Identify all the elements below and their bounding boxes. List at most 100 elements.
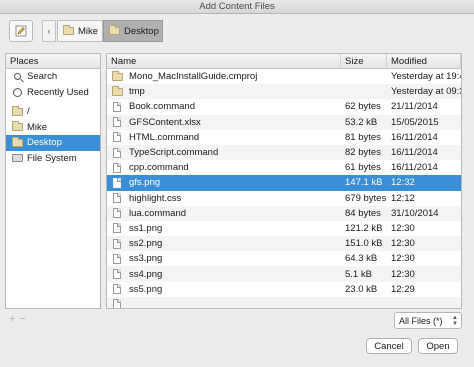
file-icon — [113, 299, 121, 308]
file-name: Book.command — [129, 101, 196, 113]
file-modified: 12:30 — [391, 253, 415, 265]
file-name-cell: tmp — [107, 86, 341, 97]
file-list-header: Name Size Modified — [107, 54, 461, 69]
file-size: 5.1 kB — [345, 268, 372, 280]
column-header-modified[interactable]: Modified — [387, 54, 461, 68]
folder-icon — [11, 105, 23, 116]
file-name-cell: lua.command — [107, 208, 341, 219]
open-button[interactable]: Open — [418, 338, 458, 354]
file-icon — [113, 238, 121, 249]
file-row[interactable]: ss1.png 121.2 kB 12:30 — [107, 221, 461, 236]
file-rows: Mono_MacInstallGuide.cmproj Yesterday at … — [107, 69, 461, 308]
file-size: 679 bytes — [345, 192, 387, 204]
breadcrumb-back-button[interactable]: ‹ — [42, 20, 56, 42]
file-icon — [113, 177, 121, 188]
place-desktop[interactable]: Desktop — [6, 135, 100, 151]
places-footer: + − — [5, 312, 45, 326]
updown-arrows-icon: ▲ ▼ — [452, 315, 458, 327]
column-header-size[interactable]: Size — [341, 54, 387, 68]
file-row[interactable]: Mono_MacInstallGuide.cmproj Yesterday at … — [107, 69, 461, 84]
file-modified: 12:29 — [391, 283, 415, 295]
places-header: Places — [6, 54, 100, 69]
file-name: ss3.png — [129, 253, 163, 265]
column-header-name[interactable]: Name — [107, 54, 341, 68]
file-name: ss2.png — [129, 238, 163, 250]
file-name: TypeScript.command — [129, 147, 219, 159]
file-row[interactable]: TypeScript.command 82 bytes 16/11/2014 — [107, 144, 461, 161]
file-row[interactable]: ss3.png 64.3 kB 12:30 — [107, 251, 461, 266]
place-file-system[interactable]: File System — [6, 151, 100, 167]
folder-icon — [111, 71, 123, 81]
remove-place-button[interactable]: − — [19, 313, 25, 325]
file-size: 151.0 kB — [345, 238, 383, 250]
filter-selected: All Files (*) — [399, 315, 443, 326]
breadcrumb-desktop[interactable]: Desktop — [103, 20, 163, 42]
file-modified: 12:12 — [391, 192, 415, 204]
cancel-button[interactable]: Cancel — [366, 338, 412, 354]
file-row[interactable]: HTML.command 81 bytes 16/11/2014 — [107, 130, 461, 145]
file-modified: Yesterday at 19:46 — [391, 71, 461, 83]
file-modified: 21/11/2014 — [391, 101, 438, 113]
edit-path-button[interactable] — [9, 20, 33, 42]
file-row[interactable]: ss2.png 151.0 kB 12:30 — [107, 236, 461, 252]
file-row[interactable]: cpp.command 61 bytes 16/11/2014 — [107, 160, 461, 175]
folder-icon — [63, 25, 74, 35]
file-row[interactable]: ss5.png 23.0 kB 12:29 — [107, 282, 461, 297]
file-icon — [113, 253, 121, 264]
file-modified: 15/05/2015 — [391, 116, 439, 128]
file-size: 53.2 kB — [345, 116, 378, 128]
file-row[interactable]: gfs.png 147.1 kB 12:32 — [107, 175, 461, 191]
window-title: Add Content Files — [0, 0, 474, 14]
folder-icon — [11, 121, 23, 132]
file-name: highlight.css — [129, 192, 182, 204]
file-name: tmp — [129, 86, 145, 98]
file-list: Name Size Modified Mono_MacInstallGuide.… — [106, 53, 462, 309]
pencil-icon — [15, 25, 27, 37]
file-name: gfs.png — [129, 177, 161, 189]
file-row[interactable]: ss4.png 5.1 kB 12:30 — [107, 266, 461, 282]
place-label: Recently Used — [27, 86, 89, 98]
file-name: lua.command — [129, 207, 187, 219]
file-size: 64.3 kB — [345, 253, 378, 265]
toolbar: ‹ Mike Desktop — [0, 14, 474, 48]
file-name-cell: Mono_MacInstallGuide.cmproj — [107, 71, 341, 82]
file-row[interactable]: Book.command 62 bytes 21/11/2014 — [107, 99, 461, 114]
file-size: 62 bytes — [345, 101, 381, 113]
file-name-cell: ss3.png — [107, 253, 341, 264]
places-panel: Places Search Recently Used / Mike Deskt… — [5, 53, 101, 309]
file-modified: 12:30 — [391, 268, 415, 280]
file-size: 84 bytes — [345, 207, 381, 219]
file-icon — [113, 269, 121, 280]
file-row[interactable]: highlight.css 679 bytes 12:12 — [107, 191, 461, 206]
file-icon — [113, 162, 121, 173]
file-icon — [113, 147, 121, 158]
file-name: cpp.command — [129, 162, 189, 174]
breadcrumb-label: Desktop — [124, 25, 159, 37]
place-root[interactable]: / — [6, 104, 100, 120]
file-icon — [113, 208, 121, 219]
folder-icon — [11, 136, 23, 147]
add-place-button[interactable]: + — [9, 313, 15, 325]
breadcrumb-mike[interactable]: Mike — [57, 20, 103, 42]
place-search[interactable]: Search — [6, 69, 100, 85]
place-mike[interactable]: Mike — [6, 120, 100, 136]
place-label: Desktop — [27, 137, 62, 149]
place-label: Search — [27, 71, 58, 83]
file-name: ss5.png — [129, 283, 163, 295]
file-icon — [113, 223, 121, 234]
file-row[interactable]: lua.command 84 bytes 31/10/2014 — [107, 205, 461, 221]
file-name: ss4.png — [129, 268, 163, 280]
file-name-cell: ss2.png — [107, 238, 341, 249]
file-name-cell: ss5.png — [107, 284, 341, 295]
place-recently-used[interactable]: Recently Used — [6, 85, 100, 101]
file-name-cell — [107, 299, 341, 308]
file-row[interactable] — [107, 296, 461, 308]
file-size: 81 bytes — [345, 131, 381, 143]
folder-icon — [111, 86, 123, 96]
place-label: Mike — [27, 121, 48, 133]
file-row[interactable]: GFSContent.xlsx 53.2 kB 15/05/2015 — [107, 114, 461, 130]
drive-icon — [11, 154, 23, 163]
file-type-filter[interactable]: All Files (*) ▲ ▼ — [394, 312, 462, 329]
file-modified: 31/10/2014 — [391, 207, 439, 219]
file-row[interactable]: tmp Yesterday at 09:37 — [107, 84, 461, 100]
